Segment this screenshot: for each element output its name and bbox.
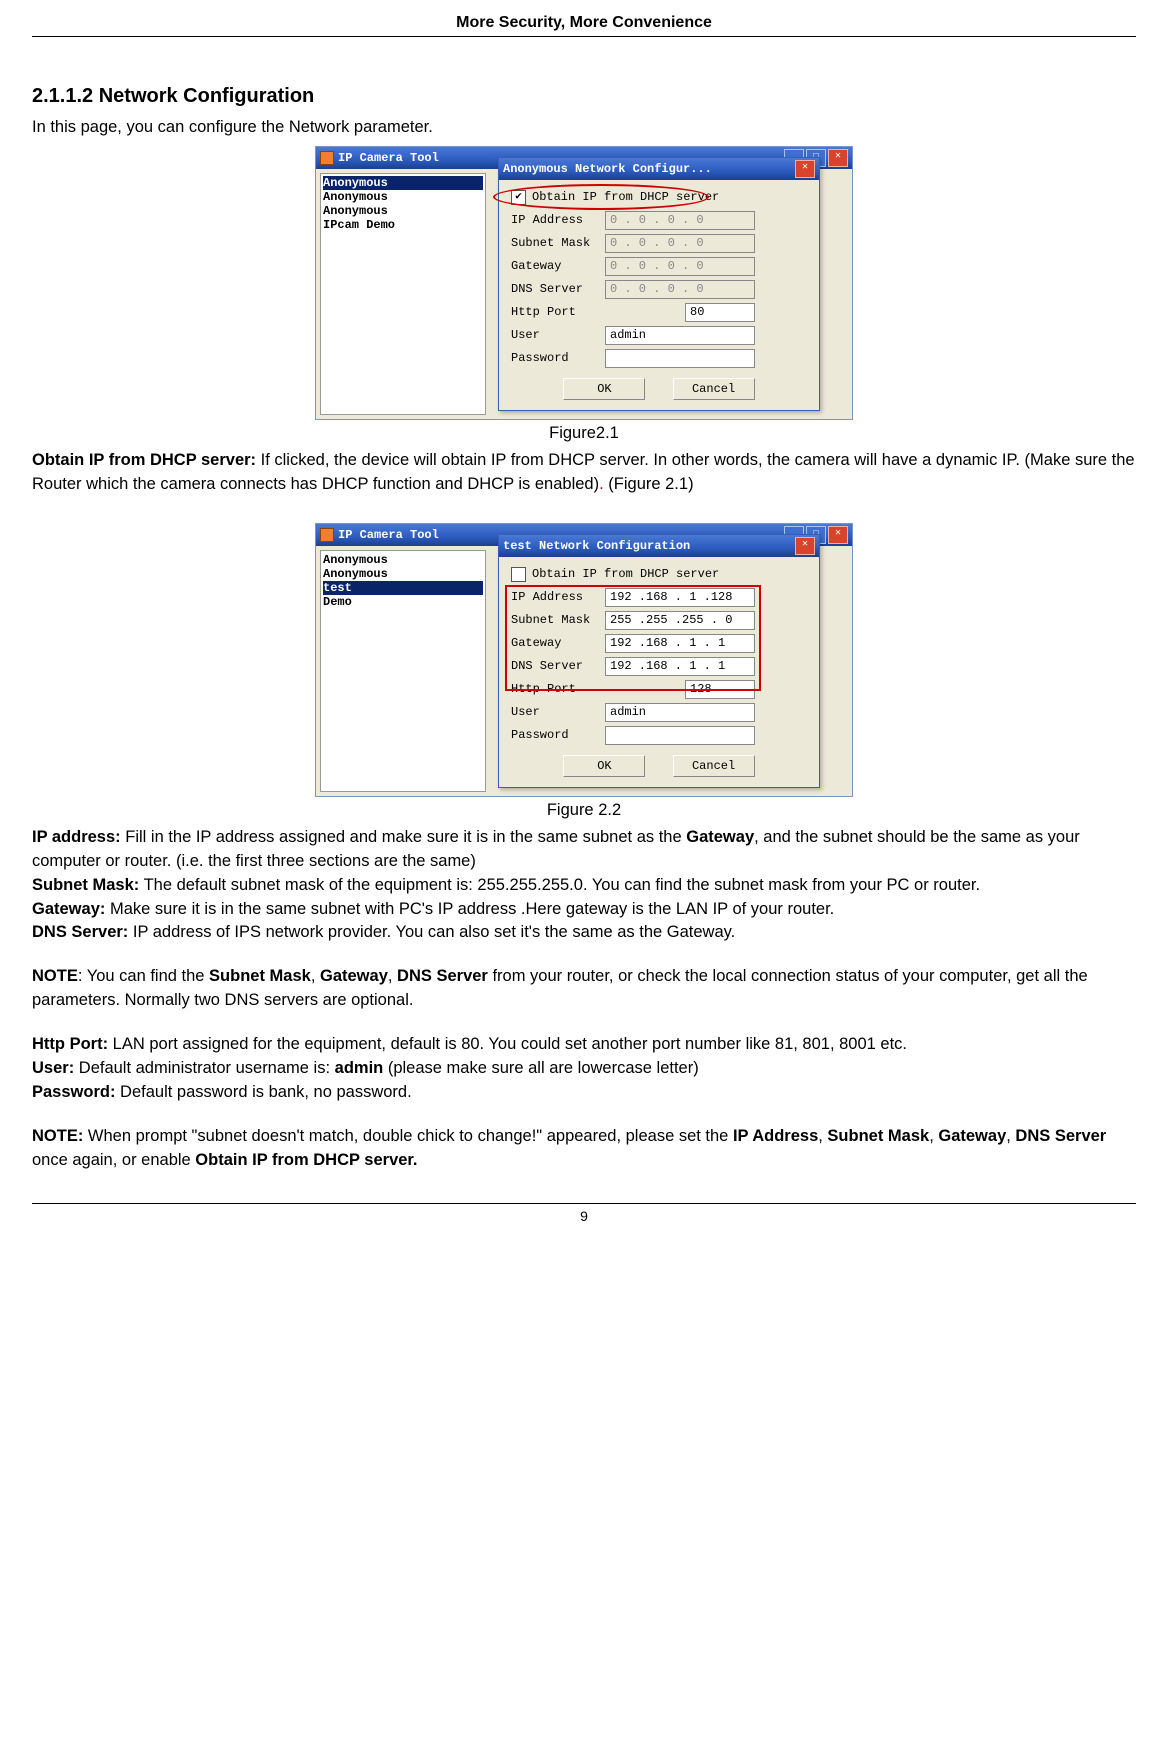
dns-server-input[interactable]: 192 .168 . 1 . 1 xyxy=(605,657,755,676)
user-paragraph: User: Default administrator username is:… xyxy=(32,1057,1136,1081)
ip-address-paragraph: IP address: Fill in the IP address assig… xyxy=(32,826,1136,874)
page-number: 9 xyxy=(32,1203,1136,1224)
app-icon xyxy=(320,151,334,165)
password-input[interactable] xyxy=(605,726,755,745)
ok-button[interactable]: OK xyxy=(563,755,645,777)
dns-server-label: DNS Server xyxy=(511,659,605,673)
dialog-title: Anonymous Network Configur... xyxy=(503,162,712,176)
subnet-mask-paragraph: Subnet Mask: The default subnet mask of … xyxy=(32,874,1136,898)
http-port-label: Http Port xyxy=(511,305,605,319)
dns-server-paragraph: DNS Server: IP address of IPS network pr… xyxy=(32,921,1136,945)
http-port-paragraph: Http Port: LAN port assigned for the equ… xyxy=(32,1033,1136,1057)
document-page: More Security, More Convenience 2.1.1.2 … xyxy=(0,0,1168,1242)
gateway-paragraph: Gateway: Make sure it is in the same sub… xyxy=(32,898,1136,922)
gateway-input[interactable]: 0 . 0 . 0 . 0 xyxy=(605,257,755,276)
subnet-mask-label: Subnet Mask xyxy=(511,613,605,627)
list-item[interactable]: Anonymous xyxy=(323,176,483,190)
main-window: IP Camera Tool _ ☐ ✕ Anonymous Anonymous… xyxy=(315,523,853,797)
http-port-input[interactable]: 80 xyxy=(685,303,755,322)
http-port-input[interactable]: 128 xyxy=(685,680,755,699)
dns-server-label: DNS Server xyxy=(511,282,605,296)
network-config-dialog: Anonymous Network Configur... ✕ ✔ Obtain… xyxy=(498,157,820,411)
dialog-title: test Network Configuration xyxy=(503,539,690,553)
dns-server-input[interactable]: 0 . 0 . 0 . 0 xyxy=(605,280,755,299)
list-item[interactable]: test xyxy=(323,581,483,595)
figure-2-1: IP Camera Tool _ ☐ ✕ Anonymous Anonymous… xyxy=(32,146,1136,420)
close-button[interactable]: ✕ xyxy=(828,149,848,167)
ip-address-input[interactable]: 0 . 0 . 0 . 0 xyxy=(605,211,755,230)
user-input[interactable]: admin xyxy=(605,703,755,722)
subnet-mask-input[interactable]: 0 . 0 . 0 . 0 xyxy=(605,234,755,253)
ip-address-label: IP Address xyxy=(511,213,605,227)
dhcp-checkbox[interactable]: ✔ xyxy=(511,190,526,205)
main-title: IP Camera Tool xyxy=(338,528,439,542)
main-window: IP Camera Tool _ ☐ ✕ Anonymous Anonymous… xyxy=(315,146,853,420)
section-heading: 2.1.1.2 Network Configuration xyxy=(32,85,1136,108)
figure-2-2-caption: Figure 2.2 xyxy=(32,801,1136,820)
list-item[interactable]: Anonymous xyxy=(323,567,483,581)
camera-list[interactable]: Anonymous Anonymous Anonymous IPcam Demo xyxy=(320,173,486,415)
dialog-close-button[interactable]: ✕ xyxy=(795,537,815,555)
password-input[interactable] xyxy=(605,349,755,368)
close-button[interactable]: ✕ xyxy=(828,526,848,544)
cancel-button[interactable]: Cancel xyxy=(673,755,755,777)
intro-text: In this page, you can configure the Netw… xyxy=(32,116,1136,140)
password-paragraph: Password: Default password is bank, no p… xyxy=(32,1081,1136,1105)
http-port-label: Http Port xyxy=(511,682,605,696)
dhcp-checkbox[interactable] xyxy=(511,567,526,582)
user-label: User xyxy=(511,705,605,719)
app-icon xyxy=(320,528,334,542)
list-item[interactable]: Anonymous xyxy=(323,190,483,204)
ip-address-input[interactable]: 192 .168 . 1 .128 xyxy=(605,588,755,607)
gateway-input[interactable]: 192 .168 . 1 . 1 xyxy=(605,634,755,653)
list-item[interactable]: IPcam Demo xyxy=(323,218,483,232)
ip-address-label: IP Address xyxy=(511,590,605,604)
obtain-ip-paragraph: Obtain IP from DHCP server: If clicked, … xyxy=(32,449,1136,497)
list-item[interactable]: Demo xyxy=(323,595,483,609)
password-label: Password xyxy=(511,351,605,365)
gateway-label: Gateway xyxy=(511,259,605,273)
note-2-paragraph: NOTE: When prompt "subnet doesn't match,… xyxy=(32,1125,1136,1173)
cancel-button[interactable]: Cancel xyxy=(673,378,755,400)
dhcp-label: Obtain IP from DHCP server xyxy=(532,567,719,581)
figure-2-1-caption: Figure2.1 xyxy=(32,424,1136,443)
password-label: Password xyxy=(511,728,605,742)
camera-list[interactable]: Anonymous Anonymous test Demo xyxy=(320,550,486,792)
note-1-paragraph: NOTE: You can find the Subnet Mask, Gate… xyxy=(32,965,1136,1013)
user-input[interactable]: admin xyxy=(605,326,755,345)
subnet-mask-input[interactable]: 255 .255 .255 . 0 xyxy=(605,611,755,630)
gateway-label: Gateway xyxy=(511,636,605,650)
list-item[interactable]: Anonymous xyxy=(323,553,483,567)
dhcp-label: Obtain IP from DHCP server xyxy=(532,190,719,204)
figure-2-2: IP Camera Tool _ ☐ ✕ Anonymous Anonymous… xyxy=(32,523,1136,797)
ok-button[interactable]: OK xyxy=(563,378,645,400)
list-item[interactable]: Anonymous xyxy=(323,204,483,218)
page-header: More Security, More Convenience xyxy=(32,14,1136,37)
network-config-dialog: test Network Configuration ✕ Obtain IP f… xyxy=(498,534,820,788)
main-title: IP Camera Tool xyxy=(338,151,439,165)
subnet-mask-label: Subnet Mask xyxy=(511,236,605,250)
dialog-close-button[interactable]: ✕ xyxy=(795,160,815,178)
user-label: User xyxy=(511,328,605,342)
